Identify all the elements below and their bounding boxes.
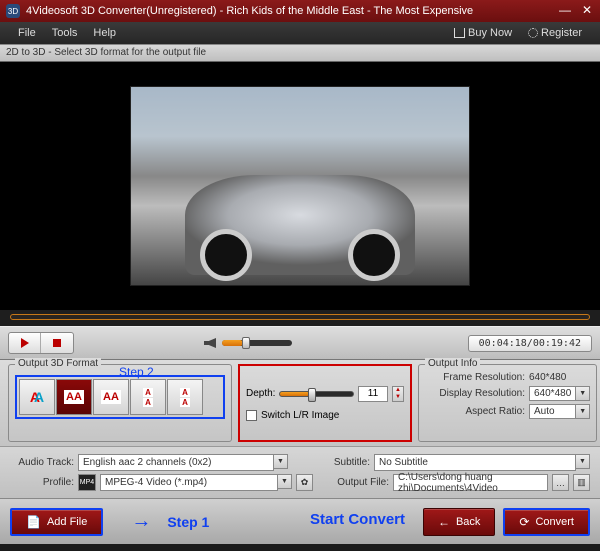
output-open-folder-button[interactable]: ▥ xyxy=(573,474,590,491)
audio-track-label: Audio Track: xyxy=(10,457,74,468)
step2-annotation: Step 2 xyxy=(119,365,154,379)
menu-file[interactable]: File xyxy=(10,27,44,39)
register-label: Register xyxy=(541,27,582,39)
step1-annotation: Step 1 xyxy=(167,514,209,530)
app-logo-icon: 3D xyxy=(6,4,20,18)
depth-value[interactable] xyxy=(358,386,388,402)
play-button[interactable] xyxy=(9,333,41,353)
subtitle-dropdown-icon[interactable]: ▼ xyxy=(576,454,590,469)
output-info-group: Output Info Frame Resolution:640*480 Dis… xyxy=(418,364,597,442)
audio-dropdown-icon[interactable]: ▼ xyxy=(274,454,288,469)
back-button[interactable]: ← Back xyxy=(423,508,495,536)
playback-controls: 00:04:18/00:19:42 xyxy=(0,326,600,360)
add-file-icon: 📄 xyxy=(26,515,41,529)
frame-res-value: 640*480 xyxy=(529,372,566,383)
format-sidebyside-half[interactable]: AA xyxy=(56,379,92,415)
mode-bar: 2D to 3D - Select 3D format for the outp… xyxy=(0,44,600,62)
output-file-label: Output File: xyxy=(317,477,389,488)
add-file-button[interactable]: 📄 Add File xyxy=(10,508,103,536)
step1-arrow-icon: → xyxy=(131,510,151,533)
display-res-dropdown-icon[interactable]: ▼ xyxy=(576,386,590,401)
output-format-group: Output 3D Format Step 2 AA AA AA AA AA xyxy=(8,364,232,442)
buy-now-label: Buy Now xyxy=(468,27,512,39)
output-browse-button[interactable]: … xyxy=(552,474,569,491)
speaker-icon[interactable] xyxy=(204,338,216,348)
convert-icon: ⟳ xyxy=(519,515,529,529)
gear-icon xyxy=(528,28,538,38)
format-topbottom-2[interactable]: AA xyxy=(167,379,203,415)
menubar: File Tools Help Buy Now Register xyxy=(0,22,600,44)
convert-button[interactable]: ⟳ Convert xyxy=(503,508,590,536)
convert-label: Convert xyxy=(535,516,574,528)
depth-label: Depth: xyxy=(246,388,275,399)
aspect-select[interactable]: Auto xyxy=(529,404,576,419)
back-arrow-icon: ← xyxy=(438,515,450,529)
mid-panel: Output 3D Format Step 2 AA AA AA AA AA D… xyxy=(0,360,600,446)
minimize-button[interactable]: — xyxy=(558,4,572,18)
buy-now-link[interactable]: Buy Now xyxy=(446,27,520,39)
menu-help[interactable]: Help xyxy=(85,27,124,39)
start-convert-annotation: Start Convert xyxy=(310,511,405,528)
low-panel: Audio Track: English aac 2 channels (0x2… xyxy=(0,446,600,498)
depth-slider[interactable] xyxy=(279,391,354,397)
format-buttons: AA AA AA AA AA xyxy=(15,375,225,419)
profile-settings-button[interactable]: ✿ xyxy=(296,474,313,491)
depth-group: Depth: ▲▼ Switch L/R Image xyxy=(238,364,412,442)
stop-button[interactable] xyxy=(41,333,73,353)
display-res-label: Display Resolution: xyxy=(425,388,529,399)
time-display: 00:04:18/00:19:42 xyxy=(468,335,592,352)
format-legend: Output 3D Format xyxy=(15,358,101,369)
depth-spinner[interactable]: ▲▼ xyxy=(392,386,404,402)
profile-label: Profile: xyxy=(10,477,74,488)
format-topbottom-1[interactable]: AA xyxy=(130,379,166,415)
video-preview xyxy=(0,62,600,310)
info-legend: Output Info xyxy=(425,358,480,369)
aspect-dropdown-icon[interactable]: ▼ xyxy=(576,404,590,419)
frame-res-label: Frame Resolution: xyxy=(425,372,529,383)
seek-bar[interactable] xyxy=(0,310,600,326)
format-sidebyside-full[interactable]: AA xyxy=(93,379,129,415)
profile-dropdown-icon[interactable]: ▼ xyxy=(278,474,292,489)
window-title: 4Videosoft 3D Converter(Unregistered) - … xyxy=(26,5,558,17)
aspect-label: Aspect Ratio: xyxy=(425,406,529,417)
volume-slider[interactable] xyxy=(222,340,292,346)
subtitle-label: Subtitle: xyxy=(292,457,370,468)
display-res-select[interactable]: 640*480 xyxy=(529,386,576,401)
switch-lr-checkbox[interactable] xyxy=(246,410,257,421)
output-file-field[interactable]: C:\Users\dong huang zhi\Documents\4Video xyxy=(393,474,548,491)
close-button[interactable]: ✕ xyxy=(580,4,594,18)
titlebar: 3D 4Videosoft 3D Converter(Unregistered)… xyxy=(0,0,600,22)
add-file-label: Add File xyxy=(47,516,87,528)
cart-icon xyxy=(454,28,465,38)
subtitle-select[interactable]: No Subtitle xyxy=(374,454,576,471)
bottom-bar: 📄 Add File → Step 1 Start Convert ← Back… xyxy=(0,498,600,544)
audio-track-select[interactable]: English aac 2 channels (0x2) xyxy=(78,454,274,471)
profile-format-icon: MP4 xyxy=(78,474,96,491)
preview-frame xyxy=(130,86,470,286)
profile-select[interactable]: MPEG-4 Video (*.mp4) xyxy=(100,474,278,491)
format-anaglyph[interactable]: AA xyxy=(19,379,55,415)
register-link[interactable]: Register xyxy=(520,27,590,39)
menu-tools[interactable]: Tools xyxy=(44,27,86,39)
switch-lr-label: Switch L/R Image xyxy=(261,410,339,421)
back-label: Back xyxy=(456,516,480,528)
